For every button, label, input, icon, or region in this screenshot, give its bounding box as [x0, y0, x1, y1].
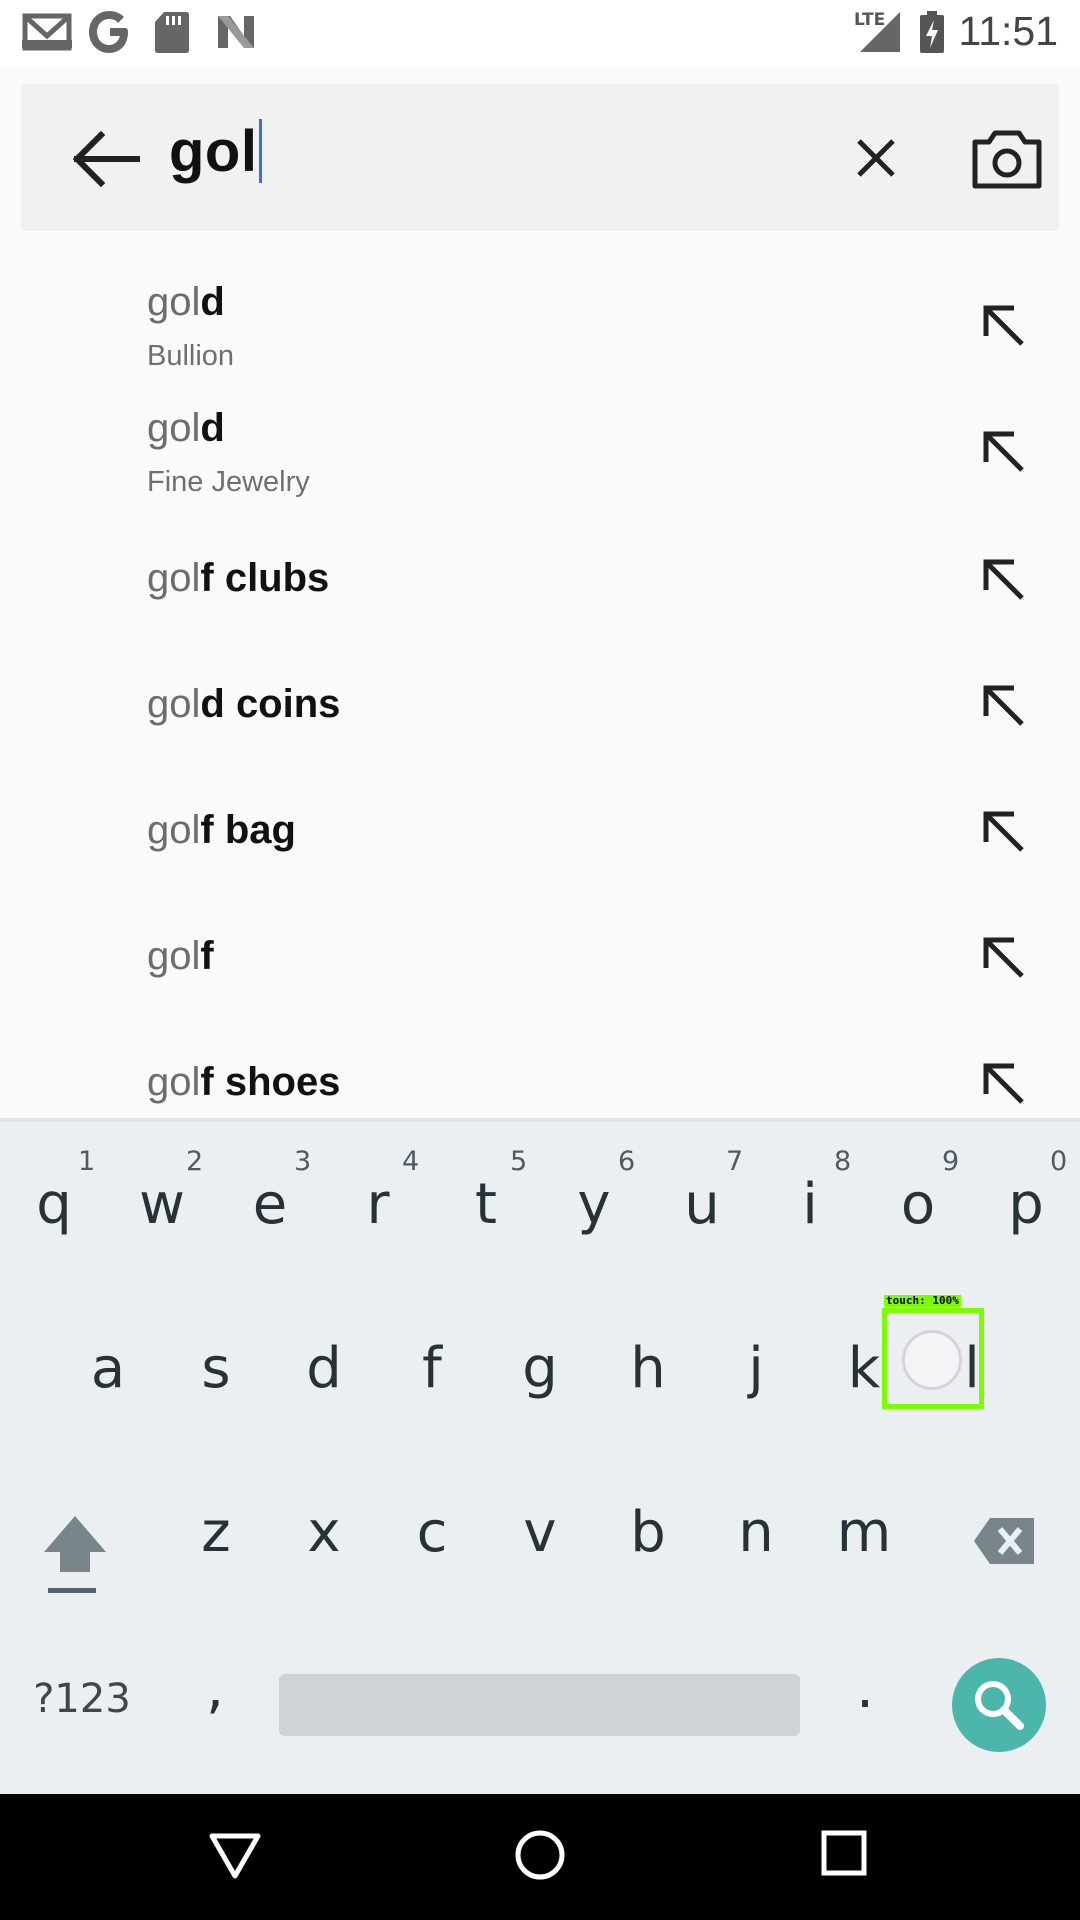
key-b[interactable]: b	[594, 1500, 702, 1565]
suggestion-subtitle: Bullion	[147, 340, 235, 372]
key-q[interactable]: q	[0, 1172, 108, 1237]
close-icon[interactable]	[837, 124, 917, 194]
key-g[interactable]: g	[486, 1336, 594, 1401]
google-icon	[89, 11, 128, 53]
suggestion-item[interactable]: golf	[0, 890, 1080, 1016]
key-f[interactable]: f	[378, 1336, 486, 1401]
battery-charging-icon	[920, 11, 944, 53]
navigation-bar	[0, 1794, 1080, 1920]
key-v[interactable]: v	[486, 1500, 594, 1565]
key-j[interactable]: j	[702, 1336, 810, 1401]
suggestion-item[interactable]: gold Bullion	[0, 260, 1080, 386]
suggestion-text: golf	[147, 934, 214, 978]
search-bar: gol	[21, 84, 1059, 231]
comma-key[interactable]: ,	[170, 1656, 260, 1721]
key-p[interactable]: p	[972, 1172, 1080, 1237]
recents-nav-icon[interactable]	[819, 1828, 869, 1878]
soft-keyboard: 1 2 3 4 5 6 7 8 9 0 q w e r t y u i o p …	[0, 1118, 1080, 1794]
touch-indicator-label: touch: 100%	[884, 1294, 961, 1307]
space-key[interactable]	[279, 1674, 800, 1736]
suggestion-text: gold coins	[147, 682, 341, 726]
fill-query-arrow-icon[interactable]	[978, 1058, 1030, 1110]
symbols-key[interactable]: ?123	[22, 1676, 142, 1722]
period-key[interactable]: .	[820, 1656, 910, 1721]
suggestion-text: golf clubs	[147, 556, 330, 600]
sd-card-icon	[155, 12, 189, 53]
search-icon	[975, 1681, 1024, 1730]
fill-query-arrow-icon[interactable]	[978, 300, 1030, 352]
suggestion-subtitle: Fine Jewelry	[147, 466, 310, 498]
status-bar: LTE 11:51	[0, 0, 1080, 66]
key-s[interactable]: s	[162, 1336, 270, 1401]
key-y[interactable]: y	[540, 1172, 648, 1237]
suggestion-list: gold Bullion gold Fine Jewelry golf club…	[0, 250, 1080, 1118]
suggestion-item[interactable]: golf bag	[0, 764, 1080, 890]
search-action-key[interactable]	[952, 1658, 1046, 1752]
fill-query-arrow-icon[interactable]	[978, 932, 1030, 984]
touch-point	[902, 1330, 962, 1390]
key-t[interactable]: t	[432, 1172, 540, 1237]
suggestion-text: golf bag	[147, 808, 296, 852]
key-n[interactable]: n	[702, 1500, 810, 1565]
arrow-back-icon[interactable]	[61, 124, 151, 194]
gmail-icon	[22, 13, 72, 51]
key-o[interactable]: o	[864, 1172, 972, 1237]
home-nav-icon[interactable]	[513, 1828, 567, 1882]
signal-icon	[860, 12, 900, 52]
fill-query-arrow-icon[interactable]	[978, 680, 1030, 732]
search-input[interactable]: gol	[169, 118, 263, 185]
suggestion-text: gold	[147, 280, 225, 324]
camera-icon[interactable]	[967, 124, 1047, 194]
shift-icon[interactable]	[40, 1512, 110, 1594]
suggestion-item[interactable]: golf clubs	[0, 512, 1080, 638]
key-c[interactable]: c	[378, 1500, 486, 1565]
key-z[interactable]: z	[162, 1500, 270, 1565]
fill-query-arrow-icon[interactable]	[978, 554, 1030, 606]
key-a[interactable]: a	[54, 1336, 162, 1401]
text-caret	[259, 119, 263, 183]
key-m[interactable]: m	[810, 1500, 918, 1565]
status-time: 11:51	[958, 8, 1058, 54]
n-icon	[218, 16, 254, 48]
key-e[interactable]: e	[216, 1172, 324, 1237]
key-h[interactable]: h	[594, 1336, 702, 1401]
fill-query-arrow-icon[interactable]	[978, 426, 1030, 478]
key-u[interactable]: u	[648, 1172, 756, 1237]
backspace-icon[interactable]	[972, 1516, 1036, 1566]
key-d[interactable]: d	[270, 1336, 378, 1401]
fill-query-arrow-icon[interactable]	[978, 806, 1030, 858]
search-query-text: gol	[169, 119, 258, 184]
key-w[interactable]: w	[108, 1172, 216, 1237]
suggestion-item[interactable]: gold Fine Jewelry	[0, 386, 1080, 512]
key-r[interactable]: r	[324, 1172, 432, 1237]
back-nav-icon[interactable]	[208, 1832, 262, 1880]
suggestion-text: golf shoes	[147, 1060, 341, 1104]
key-x[interactable]: x	[270, 1500, 378, 1565]
suggestion-item[interactable]: gold coins	[0, 638, 1080, 764]
suggestion-text: gold	[147, 406, 225, 450]
key-i[interactable]: i	[756, 1172, 864, 1237]
